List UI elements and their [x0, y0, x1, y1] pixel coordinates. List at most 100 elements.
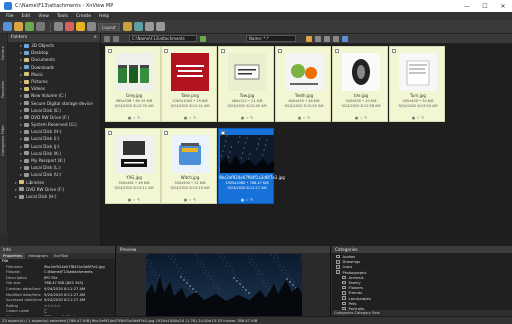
- tab-categories-filter[interactable]: Categories Filter: [0, 110, 8, 170]
- folder-tree-item[interactable]: ▸ System Reserved (G:): [8, 121, 100, 128]
- thumbnail-card[interactable]: Grey.jpg 960x538 • 69.19 KiB 9/24/2020 8:1…: [105, 46, 161, 122]
- expand-arrow-icon[interactable]: ▸: [20, 121, 22, 128]
- select-checkbox[interactable]: [108, 49, 112, 53]
- minimize-button[interactable]: —: [458, 3, 476, 10]
- refresh-icon[interactable]: [25, 22, 34, 31]
- select-checkbox[interactable]: [278, 49, 282, 53]
- category-checkbox[interactable]: [342, 275, 346, 280]
- select-checkbox[interactable]: [392, 49, 396, 53]
- category-checkbox[interactable]: [342, 291, 346, 295]
- folder-tree-item[interactable]: ▸ Desktop: [8, 49, 100, 56]
- folder-tree-item[interactable]: ▸ Local Disk (L:): [8, 164, 100, 171]
- expand-arrow-icon[interactable]: ▸: [20, 157, 22, 164]
- expand-arrow-icon[interactable]: ▸: [20, 56, 22, 63]
- folder-tree-item[interactable]: ▸ Libraries: [8, 179, 100, 186]
- view-icon[interactable]: [54, 22, 63, 31]
- folder-tree-item[interactable]: ▸ Pictures: [8, 78, 100, 85]
- folder-tree-item[interactable]: ▸ DVD RW Drive (F:): [8, 114, 100, 121]
- thumbnail-card[interactable]: Witch.jpg 500x500 • 32 KiB 9/24/2020 8:13:…: [161, 128, 217, 204]
- expand-arrow-icon[interactable]: ▸: [20, 107, 22, 114]
- folder-tree-item[interactable]: ▸ 3D Objects: [8, 42, 100, 49]
- expand-arrow-icon[interactable]: ▸: [20, 143, 22, 150]
- expand-arrow-icon[interactable]: ▸: [15, 193, 17, 200]
- folder-tree-item[interactable]: ▸ My Passport (K:): [8, 157, 100, 164]
- thumbnail-card[interactable]: Turn.jpg 400x400 • 34 KiB 9/24/2020 8:13:0…: [389, 46, 445, 122]
- folder-tree-item[interactable]: ▸ Local Disk (I:): [8, 135, 100, 142]
- menu-file[interactable]: File: [6, 14, 14, 19]
- folder-tree-item[interactable]: ▸ Documents: [8, 56, 100, 63]
- home-icon[interactable]: [3, 22, 12, 31]
- folder-tree-item[interactable]: ▸ Secure Digital storage device: [8, 100, 100, 107]
- close-icon[interactable]: ×: [93, 34, 97, 42]
- thumbnail-card[interactable]: Tow.jpg 480x322 • 21 KiB 9/24/2020 8:12:45…: [218, 46, 274, 122]
- folder-icon[interactable]: [14, 22, 23, 31]
- folder-tree-item[interactable]: ▸ Local Disk (E:): [8, 107, 100, 114]
- menu-tools[interactable]: Tools: [57, 14, 68, 19]
- expand-arrow-icon[interactable]: ▸: [20, 85, 22, 92]
- layout-dropdown[interactable]: Layout: [98, 22, 120, 31]
- settings-icon[interactable]: [144, 22, 154, 31]
- folder-tree-item[interactable]: ▸ Videos: [8, 85, 100, 92]
- category-checkbox[interactable]: [342, 285, 346, 290]
- filter-input[interactable]: [246, 35, 296, 42]
- category-checkbox[interactable]: [336, 260, 340, 264]
- thumbnail-card[interactable]: 9bc2ef924e07f84f1a3d6f7e2.jpg 1920x1080 •…: [218, 128, 285, 204]
- expand-arrow-icon[interactable]: ▸: [20, 100, 22, 107]
- folder-tree-item[interactable]: ▸ Local Disk (H:): [8, 193, 100, 200]
- go-icon[interactable]: [200, 35, 206, 42]
- menu-view[interactable]: View: [38, 14, 49, 19]
- menu-help[interactable]: Help: [99, 14, 109, 19]
- category-checkbox[interactable]: [342, 301, 346, 306]
- expand-arrow-icon[interactable]: ▸: [20, 71, 22, 78]
- tag-icon[interactable]: [65, 22, 74, 31]
- category-checkbox[interactable]: [336, 270, 340, 274]
- star-filter-icon[interactable]: [306, 35, 312, 42]
- select-checkbox[interactable]: [108, 131, 112, 135]
- tab-favorites[interactable]: Favorites: [0, 72, 8, 106]
- category-checkbox[interactable]: [336, 265, 340, 269]
- info-icon[interactable]: [342, 35, 348, 42]
- rotate-icon[interactable]: [87, 22, 96, 31]
- path-input[interactable]: [129, 35, 197, 42]
- tab-folders[interactable]: Folders: [0, 38, 8, 68]
- expand-arrow-icon[interactable]: ▸: [20, 78, 22, 85]
- folder-tree-item[interactable]: ▸ New Volume (C:): [8, 92, 100, 99]
- tab-exiftool[interactable]: ExifTool: [51, 253, 71, 259]
- category-checkbox[interactable]: [336, 254, 340, 259]
- thumbnail-card[interactable]: YVG.jpg 500x481 • 46 KiB 9/24/2020 8:13:11…: [105, 128, 161, 204]
- folder-tree-item[interactable]: ▸ Local Disk (H:): [8, 128, 100, 135]
- select-checkbox[interactable]: [335, 49, 339, 53]
- thumbnail-card[interactable]: Teeth.jpg 600x450 • 46 KiB 9/24/2020 8:12:…: [275, 46, 331, 122]
- menu-edit[interactable]: Edit: [22, 14, 31, 19]
- select-checkbox[interactable]: [221, 49, 225, 53]
- expand-arrow-icon[interactable]: ▸: [15, 179, 17, 186]
- folder-tree-item[interactable]: ▸ Local Disk (K:): [8, 150, 100, 157]
- folder-tree-item[interactable]: ▸ Music: [8, 71, 100, 78]
- folder-tree-item[interactable]: ▸ Downloads: [8, 64, 100, 71]
- expand-arrow-icon[interactable]: ▸: [20, 92, 22, 99]
- help-icon[interactable]: [155, 22, 165, 31]
- folder-tree-item[interactable]: ▸ Local Disk (J:): [8, 143, 100, 150]
- category-checkbox[interactable]: [342, 280, 346, 285]
- view-mode-icon[interactable]: [333, 35, 339, 42]
- expand-arrow-icon[interactable]: ▸: [20, 164, 22, 171]
- maximize-button[interactable]: ☐: [476, 3, 494, 10]
- expand-arrow-icon[interactable]: ▸: [20, 64, 22, 71]
- category-checkbox[interactable]: [342, 296, 346, 300]
- forward-icon[interactable]: [113, 35, 119, 42]
- up-icon[interactable]: [36, 22, 45, 31]
- sort-order-icon[interactable]: [315, 35, 321, 42]
- select-checkbox[interactable]: [164, 49, 168, 53]
- expand-arrow-icon[interactable]: ▸: [20, 150, 22, 157]
- expand-arrow-icon[interactable]: ▸: [20, 171, 22, 178]
- expand-arrow-icon[interactable]: ▸: [20, 114, 22, 121]
- expand-arrow-icon[interactable]: ▸: [20, 135, 22, 142]
- close-button[interactable]: ✕: [494, 3, 512, 10]
- expand-arrow-icon[interactable]: ▸: [20, 128, 22, 135]
- menu-create[interactable]: Create: [76, 14, 91, 19]
- thumbnail-card[interactable]: tire.jpg 500x500 • 20 KiB 9/24/2020 8:12:5…: [332, 46, 388, 122]
- folder-tree-item[interactable]: ▸ DVD RW Drive (F:): [8, 186, 100, 193]
- expand-arrow-icon[interactable]: ▸: [20, 49, 22, 56]
- star-icon[interactable]: [76, 22, 85, 31]
- expand-arrow-icon[interactable]: ▸: [15, 186, 17, 193]
